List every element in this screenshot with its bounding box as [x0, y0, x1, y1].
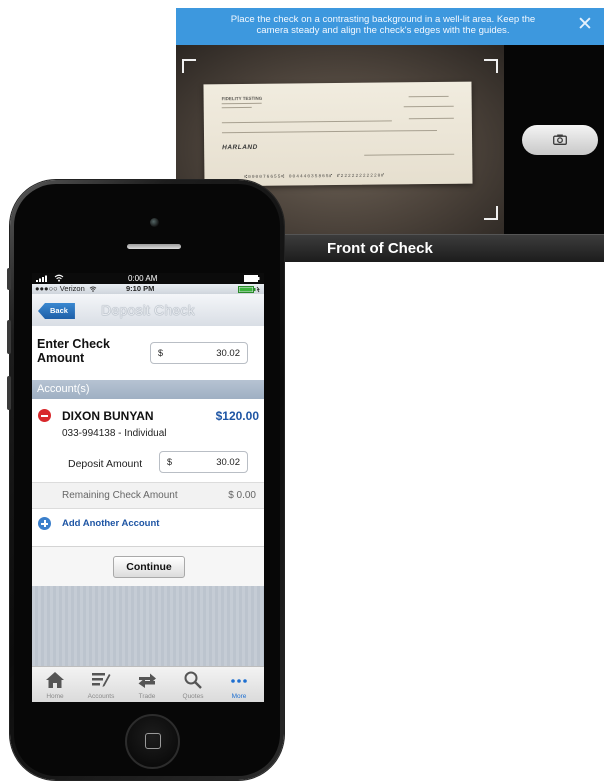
signal-bars-icon — [36, 275, 47, 282]
check-amount-input[interactable]: $ 30.02 — [150, 342, 248, 364]
tab-accounts[interactable]: Accounts — [78, 667, 124, 702]
accounts-icon — [92, 673, 111, 687]
tab-trade[interactable]: Trade — [124, 667, 170, 702]
app-status-bar: ●●●○○ Verizon 9:10 PM — [32, 284, 264, 294]
check-amount-row: Enter Check Amount $ 30.02 — [32, 326, 264, 380]
navigation-bar: Back Deposit Check — [32, 294, 264, 327]
mute-switch — [7, 268, 11, 290]
accounts-section-header: Account(s) — [32, 380, 264, 399]
app-clock: 9:10 PM — [126, 284, 155, 293]
wifi-icon — [89, 286, 97, 292]
tab-label: More — [231, 693, 247, 700]
trade-icon — [138, 673, 156, 688]
alignment-guide-top-left — [182, 59, 196, 73]
capture-instruction-text: Place the check on a contrasting backgro… — [230, 14, 536, 36]
remaining-check-amount-row: Remaining Check Amount $ 0.00 — [32, 482, 264, 509]
page-title: Deposit Check — [101, 302, 195, 318]
battery-icon — [244, 275, 260, 282]
carrier-label: ●●●○○ Verizon — [35, 284, 85, 293]
front-camera — [150, 218, 159, 227]
check-brand-label: HARLAND — [222, 143, 258, 152]
volume-up-button — [7, 320, 11, 354]
earpiece-speaker — [127, 244, 181, 249]
check-preview-image: FIDELITY TESTING HARLAND ⑆000076655⑆ 004… — [203, 81, 473, 187]
account-balance: $120.00 — [215, 409, 259, 423]
home-button[interactable] — [125, 714, 180, 769]
check-micr-line: ⑆000076655⑆ 00444035865⑈ ⑈22222222220⑈ — [244, 173, 386, 180]
device-clock: 0:00 AM — [128, 274, 158, 283]
currency-symbol: $ — [167, 457, 173, 467]
add-account-label: Add Another Account — [62, 518, 160, 529]
volume-down-button — [7, 376, 11, 410]
bottom-tab-bar: Home Accounts Trade Quotes More — [32, 666, 264, 702]
tab-label: Quotes — [182, 693, 204, 700]
capture-button[interactable] — [522, 125, 598, 155]
continue-section: Continue — [32, 546, 264, 587]
remaining-amount-value: $ 0.00 — [228, 490, 256, 501]
account-number-type: 033-994138 - Individual — [62, 428, 167, 439]
account-name: DIXON BUNYAN — [62, 409, 154, 423]
tab-home[interactable]: Home — [32, 667, 78, 702]
alignment-guide-top-right — [484, 59, 498, 73]
add-another-account-button[interactable]: Add Another Account — [32, 509, 264, 539]
deposit-amount-label: Deposit Amount — [68, 458, 143, 470]
tab-more[interactable]: More — [216, 667, 262, 702]
close-icon[interactable]: ✕ — [576, 15, 594, 34]
continue-button[interactable]: Continue — [113, 556, 185, 578]
capture-instruction-banner: Place the check on a contrasting backgro… — [176, 8, 604, 45]
currency-symbol: $ — [158, 348, 164, 358]
remove-account-icon[interactable] — [38, 409, 51, 422]
check-amount-label: Enter Check Amount — [37, 337, 110, 365]
capture-side-title: Front of Check — [327, 240, 433, 257]
alignment-guide-bottom-right — [484, 206, 498, 220]
check-amount-value: 30.02 — [216, 348, 240, 359]
empty-background-area — [32, 586, 264, 666]
search-icon — [184, 671, 202, 689]
tab-quotes[interactable]: Quotes — [170, 667, 216, 702]
add-circle-icon — [38, 517, 51, 530]
deposit-check-screen: 0:00 AM ●●●○○ Verizon 9:10 PM Back Depos… — [32, 273, 264, 702]
device-status-bar: 0:00 AM — [32, 273, 264, 284]
home-icon — [46, 672, 64, 688]
more-icon — [231, 679, 247, 683]
tab-label: Accounts — [87, 693, 115, 700]
account-item: DIXON BUNYAN $120.00 033-994138 - Indivi… — [32, 399, 264, 482]
deposit-amount-input[interactable]: $ 30.02 — [159, 451, 248, 473]
deposit-amount-value: 30.02 — [216, 457, 240, 468]
wifi-icon — [54, 274, 64, 282]
check-bank-name: FIDELITY TESTING — [221, 95, 263, 102]
remaining-amount-label: Remaining Check Amount — [62, 490, 178, 501]
battery-charging-icon — [238, 285, 260, 293]
tab-label: Trade — [138, 693, 156, 700]
camera-icon — [553, 134, 567, 145]
tab-label: Home — [46, 693, 64, 700]
